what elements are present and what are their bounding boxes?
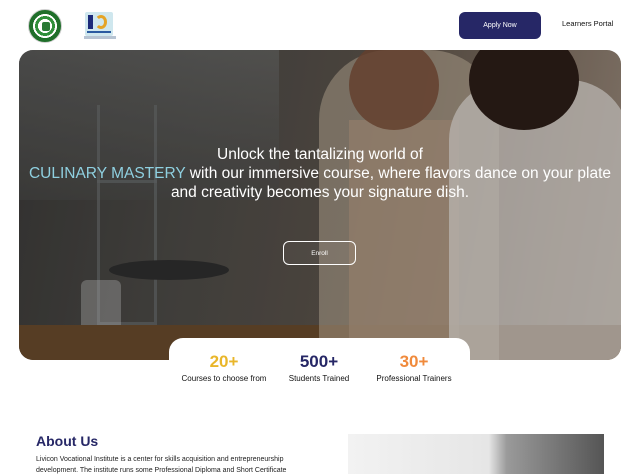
learners-portal-link[interactable]: Learners Portal (562, 19, 613, 28)
hero-headline: Unlock the tantalizing world of CULINARY… (19, 145, 621, 202)
institute-seal-logo[interactable] (28, 9, 62, 43)
stat-value: 500+ (299, 352, 339, 371)
site-header: Apply Now Learners Portal (0, 0, 640, 50)
stat-label: Courses to choose from (181, 374, 267, 383)
about-heading: About Us (36, 433, 99, 449)
apply-now-button[interactable]: Apply Now (459, 12, 541, 39)
stat-value: 30+ (399, 352, 429, 371)
hero-headline-intro: Unlock the tantalizing world of (217, 146, 423, 163)
livicon-logo[interactable] (85, 12, 113, 36)
about-image (348, 434, 604, 474)
logo-caption (84, 36, 116, 39)
stat-label: Professional Trainers (376, 374, 452, 383)
hero-headline-rest: with our immersive course, where flavors… (170, 165, 612, 201)
hero-banner: Unlock the tantalizing world of CULINARY… (19, 50, 621, 360)
enroll-button[interactable]: Enroll (283, 241, 356, 265)
stats-card: 20+ Courses to choose from 500+ Students… (169, 338, 470, 408)
stat-value: 20+ (209, 352, 239, 371)
stat-students: 500+ Students Trained (274, 352, 364, 384)
hero-headline-accent: CULINARY MASTERY (28, 165, 186, 182)
stat-trainers: 30+ Professional Trainers (369, 352, 459, 384)
stat-courses: 20+ Courses to choose from (179, 352, 269, 384)
about-paragraph: Livicon Vocational Institute is a center… (36, 456, 287, 474)
stat-label: Students Trained (288, 374, 350, 383)
